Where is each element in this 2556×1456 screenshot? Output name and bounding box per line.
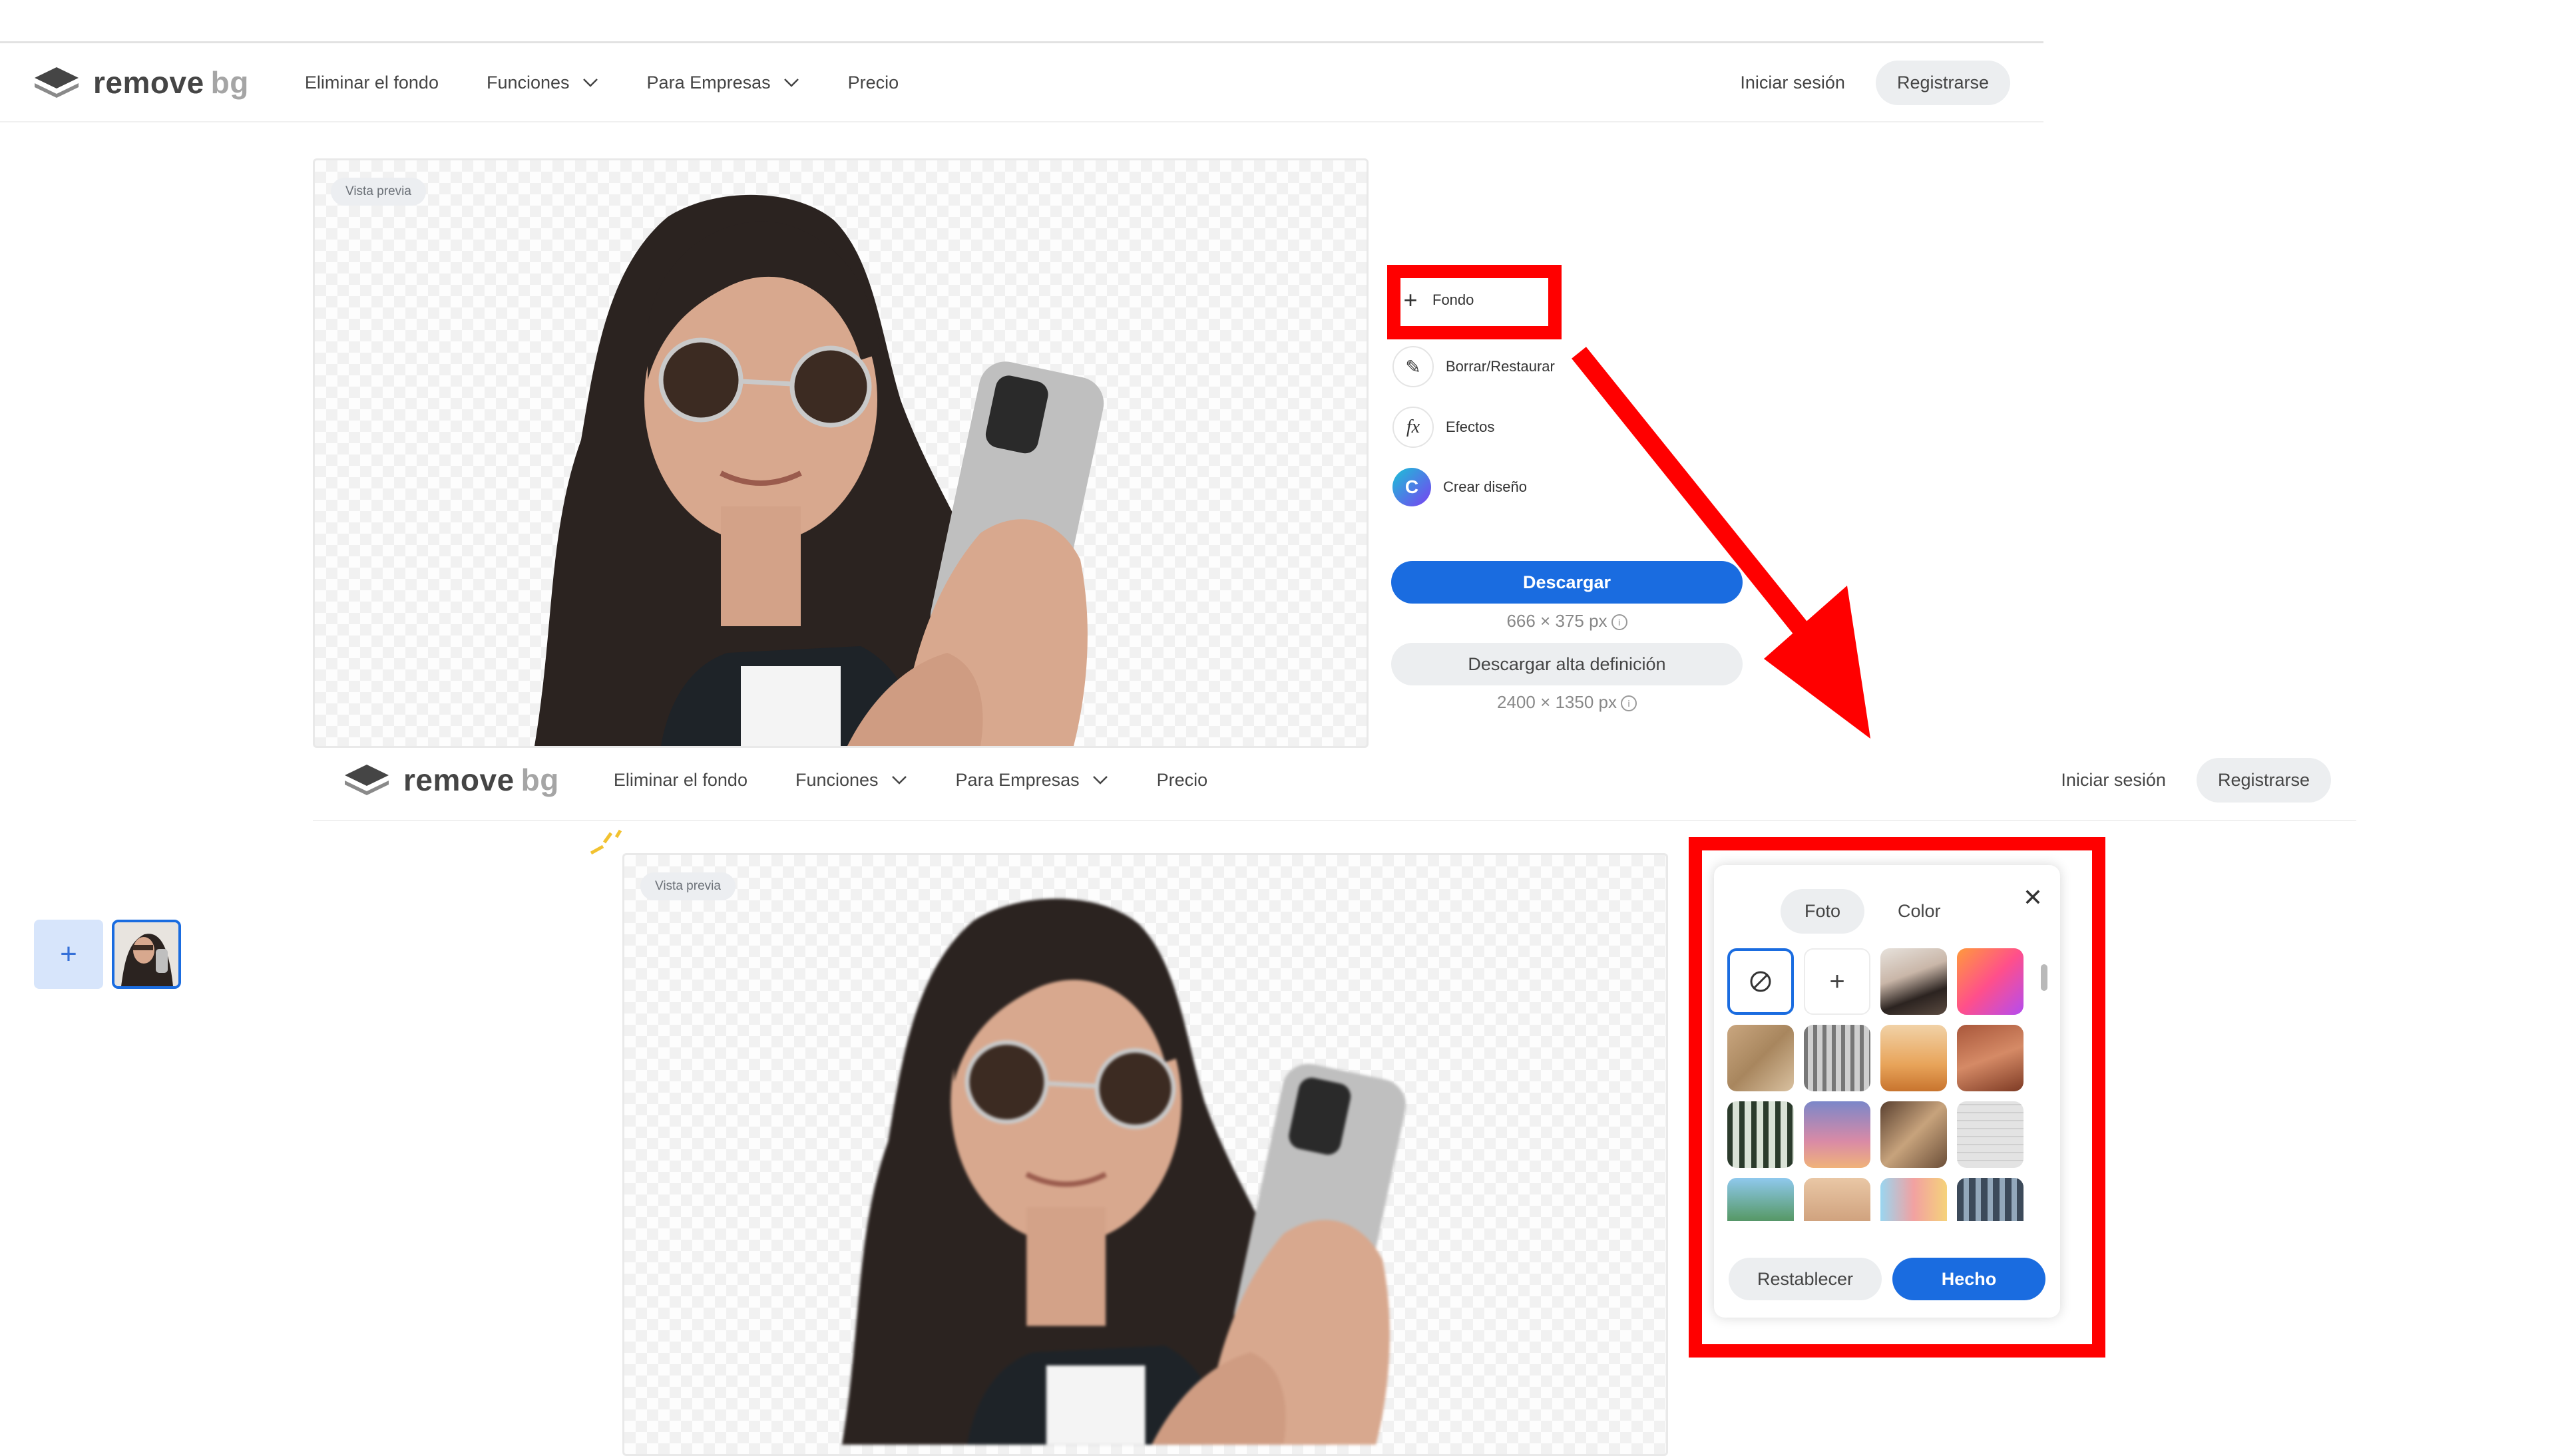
nav-link-remove-bg[interactable]: Eliminar el fondo (614, 770, 747, 791)
logo-icon (35, 67, 79, 98)
chevron-down-icon (783, 79, 799, 87)
red-arrow-annotation (1572, 347, 1870, 739)
nav-link-pricing[interactable]: Precio (848, 73, 899, 93)
preview-canvas: Vista previa (313, 158, 1369, 748)
nav-link-features-label: Funciones (795, 769, 879, 790)
nav-links: Eliminar el fondo Funciones Para Empresa… (305, 73, 899, 93)
highlight-panel (1689, 837, 2105, 1358)
logo-text-accent: bg (210, 65, 249, 100)
navbar-divider (0, 121, 2043, 122)
nav-link-features[interactable]: Funciones (795, 770, 908, 791)
register-button[interactable]: Registrarse (2196, 757, 2331, 803)
navbar-divider (313, 820, 2356, 821)
nav-link-features-label: Funciones (486, 72, 570, 92)
chevron-down-icon (1092, 776, 1108, 785)
preview-badge: Vista previa (331, 178, 426, 206)
nav-link-business[interactable]: Para Empresas (647, 73, 800, 93)
thumbnail-image (114, 922, 178, 986)
register-button[interactable]: Registrarse (1875, 60, 2010, 105)
tool-erase-restore-label: Borrar/Restaurar (1446, 358, 1555, 375)
nav-link-business-label: Para Empresas (646, 72, 771, 92)
logo-text-main: remove (93, 65, 204, 100)
nav-link-features[interactable]: Funciones (487, 73, 599, 93)
nav-link-business[interactable]: Para Empresas (956, 770, 1109, 791)
tool-effects[interactable]: fx Efectos (1392, 407, 1494, 448)
eraser-brush-icon: ✎ (1392, 346, 1434, 387)
tool-effects-label: Efectos (1446, 419, 1495, 435)
login-link[interactable]: Iniciar sesión (1740, 73, 1845, 93)
logo-text-main: remove (403, 763, 515, 797)
nav-link-pricing[interactable]: Precio (1157, 770, 1208, 791)
preview-badge: Vista previa (640, 872, 736, 900)
highlight-fondo (1387, 265, 1562, 339)
chevron-down-icon (891, 776, 907, 785)
login-link[interactable]: Iniciar sesión (2061, 770, 2166, 791)
navbar-top: remove bg Eliminar el fondo Funciones Pa… (33, 43, 2010, 122)
subject-image (534, 194, 1104, 746)
add-image-button[interactable]: + (34, 920, 103, 989)
tool-create-design-label: Crear diseño (1443, 478, 1527, 495)
image-thumbnail[interactable] (112, 920, 181, 989)
chevron-down-icon (582, 79, 598, 87)
fx-icon: fx (1392, 407, 1434, 448)
nav-link-remove-bg[interactable]: Eliminar el fondo (305, 73, 439, 93)
tool-create-design[interactable]: C Crear diseño (1392, 468, 1527, 506)
navbar-second: remove bg Eliminar el fondo Funciones Pa… (343, 740, 2331, 820)
nav-links: Eliminar el fondo Funciones Para Empresa… (614, 770, 1207, 791)
nav-link-business-label: Para Empresas (955, 769, 1080, 790)
subject-image-blurred (841, 898, 1406, 1445)
logo-icon (345, 765, 389, 795)
nav-right: Iniciar sesión Registrarse (2061, 757, 2331, 803)
logo-text-accent: bg (521, 763, 559, 797)
nav-right: Iniciar sesión Registrarse (1740, 60, 2010, 105)
tool-erase-restore[interactable]: ✎ Borrar/Restaurar (1392, 346, 1555, 387)
preview-canvas-2: Vista previa (622, 853, 1668, 1456)
logo[interactable]: remove bg (33, 65, 249, 100)
logo[interactable]: remove bg (343, 762, 559, 798)
canva-icon: C (1392, 468, 1431, 506)
